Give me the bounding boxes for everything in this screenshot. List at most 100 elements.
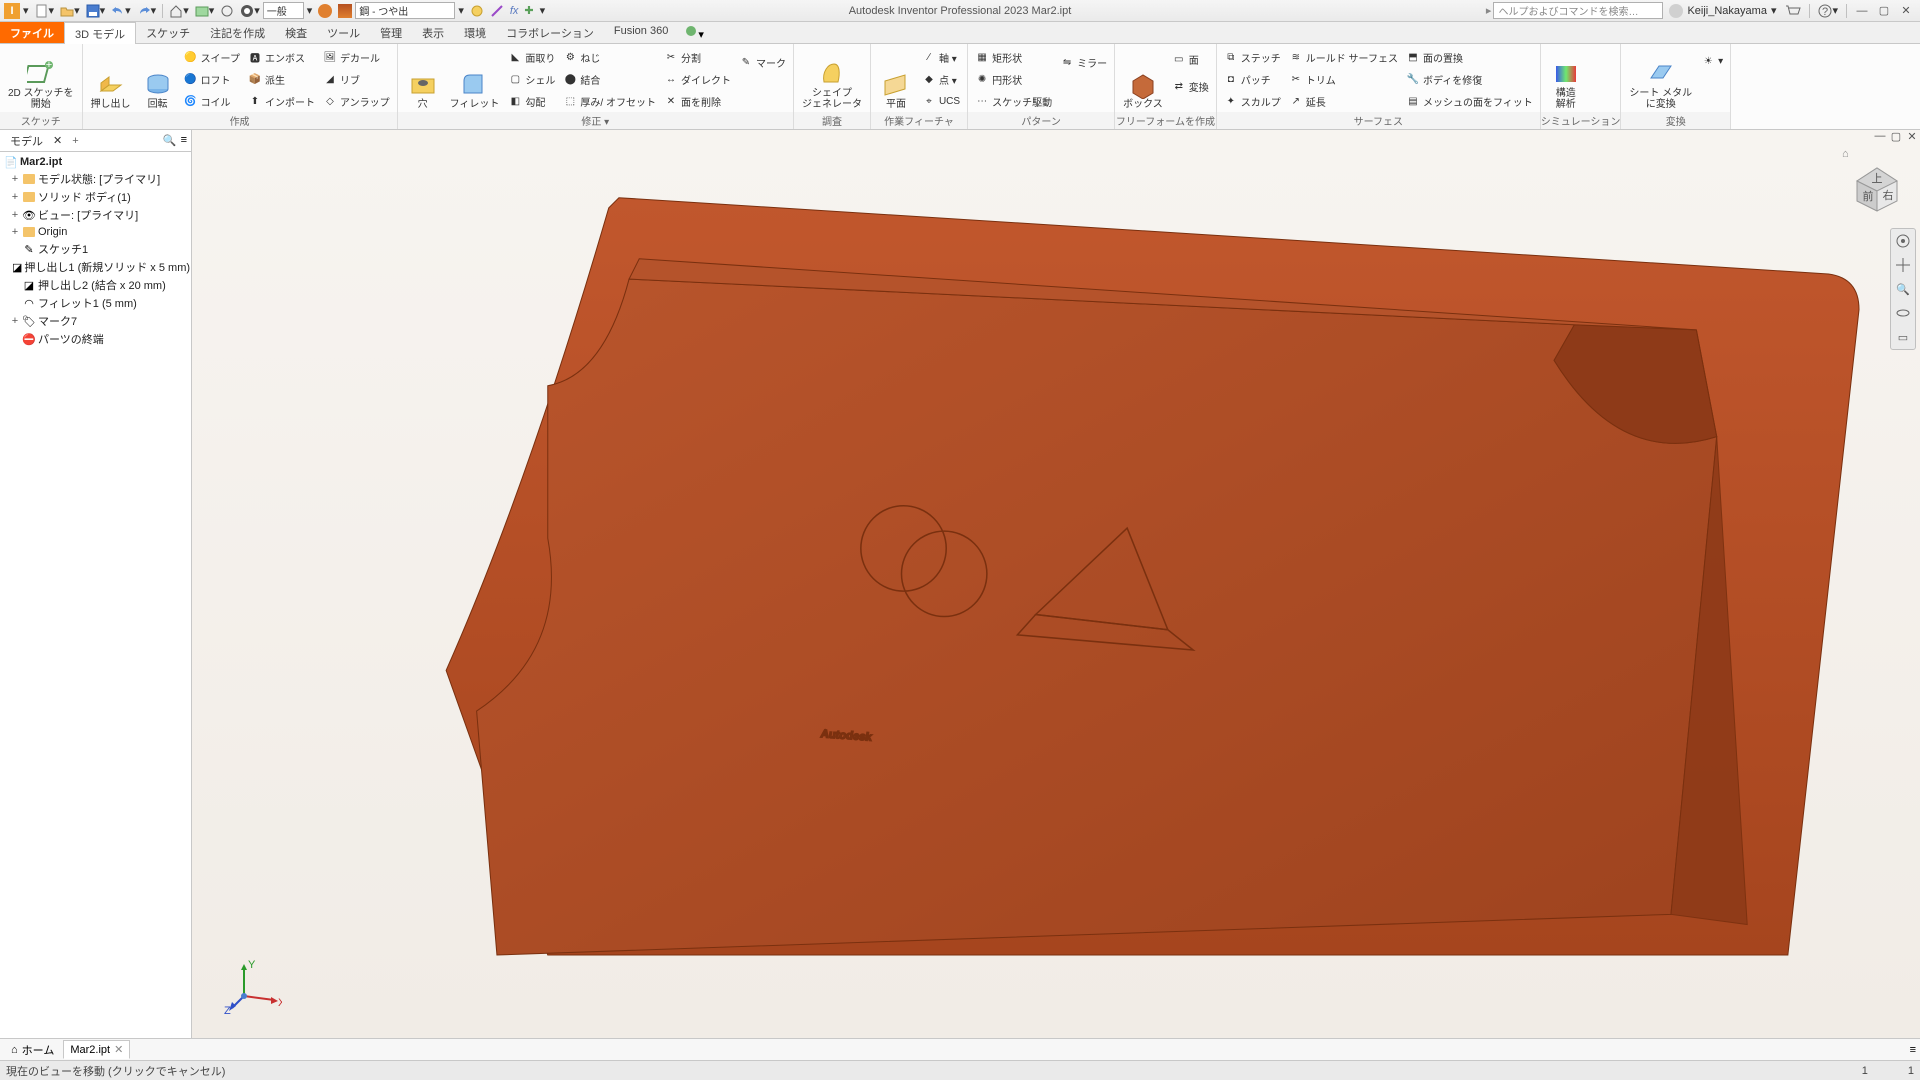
patch-button[interactable]: ◘パッチ	[1221, 72, 1284, 87]
thread-button[interactable]: ⚙ねじ	[560, 50, 659, 65]
fitmesh-button[interactable]: ▤メッシュの面をフィット	[1403, 94, 1536, 109]
ucs-button[interactable]: ⌖UCS	[919, 94, 963, 108]
stitch-button[interactable]: ⧉ステッチ	[1221, 50, 1284, 65]
save-icon[interactable]: ▾	[83, 4, 109, 18]
tree-node[interactable]: + モデル状態: [プライマリ]	[2, 170, 189, 188]
redo-icon[interactable]: ▾	[134, 4, 160, 17]
fillet-button[interactable]: フィレット	[446, 46, 504, 112]
expand-icon[interactable]: +	[10, 191, 20, 203]
sheetmetal-button[interactable]: シート メタル に変換	[1625, 46, 1696, 112]
extrude-button[interactable]: 押し出し	[87, 46, 135, 112]
home-icon[interactable]: ▾	[166, 4, 192, 18]
combine-button[interactable]: ⬤結合	[560, 72, 659, 87]
extend-button[interactable]: ↗延長	[1286, 94, 1401, 109]
tree-node[interactable]: ✎ スケッチ1	[2, 240, 189, 258]
select-icon[interactable]: ▾	[237, 4, 263, 18]
chamfer-button[interactable]: ◣面取り	[505, 50, 558, 65]
emboss-button[interactable]: 🅰エンボス	[245, 50, 318, 65]
sculpt-button[interactable]: ✦スカルプ	[1221, 94, 1284, 109]
material-swatch[interactable]	[315, 4, 335, 18]
tab-sketch[interactable]: スケッチ	[136, 22, 200, 43]
app-logo[interactable]: I	[4, 3, 20, 19]
tab-view[interactable]: 表示	[412, 22, 454, 43]
tab-inspect[interactable]: 検査	[275, 22, 317, 43]
rect-pattern-button[interactable]: ▦矩形状	[972, 50, 1055, 65]
project-icon[interactable]: ▾	[192, 4, 218, 18]
help-icon[interactable]: ?▾	[1815, 4, 1841, 18]
decal-button[interactable]: 🖼デカール	[320, 50, 393, 65]
tab-tools[interactable]: ツール	[317, 22, 370, 43]
browser-tab-add[interactable]: +	[66, 133, 84, 149]
search-input[interactable]: ヘルプおよびコマンドを検索…	[1493, 2, 1663, 19]
browser-tree[interactable]: 📄 Mar2.ipt + モデル状態: [プライマリ]+ ソリッド ボディ(1)…	[0, 152, 191, 350]
browser-tab-model[interactable]: モデル	[4, 131, 49, 151]
shell-button[interactable]: ▢シェル	[505, 72, 558, 87]
browser-search-icon[interactable]: 🔍	[163, 134, 177, 147]
deleteface-button[interactable]: ✕面を削除	[661, 94, 734, 109]
circ-pattern-button[interactable]: ✺円形状	[972, 72, 1055, 87]
trim-button[interactable]: ✂トリム	[1286, 72, 1401, 87]
fx-icon[interactable]: fx	[507, 5, 522, 17]
box-button[interactable]: ボックス	[1119, 46, 1167, 112]
ruled-button[interactable]: ≋ルールド サーフェス	[1286, 50, 1401, 65]
tab-collab[interactable]: コラボレーション	[496, 22, 604, 43]
qat-more-icon[interactable]: ▾	[537, 4, 549, 17]
tree-node[interactable]: ⛔ パーツの終端	[2, 330, 189, 348]
tree-node[interactable]: + 🏷 マーク7	[2, 312, 189, 330]
close-button[interactable]: ✕	[1896, 4, 1916, 17]
direct-button[interactable]: ↔ダイレクト	[661, 72, 734, 87]
expand-icon[interactable]: +	[10, 226, 20, 238]
tree-node[interactable]: + ソリッド ボディ(1)	[2, 188, 189, 206]
convert-button[interactable]: ⇄変換	[1169, 79, 1212, 94]
expand-icon[interactable]: +	[10, 209, 20, 221]
browser-menu-icon[interactable]: ≡	[181, 134, 187, 147]
thicken-button[interactable]: ⬚厚み/ オフセット	[560, 94, 659, 109]
mark-button[interactable]: ✎マーク	[736, 55, 789, 70]
browser-tab-close[interactable]: ✕	[53, 134, 62, 147]
unwrap-button[interactable]: ◇アンラップ	[320, 94, 393, 109]
appearance-swatch[interactable]	[335, 4, 355, 18]
restore-button[interactable]: ▢	[1874, 4, 1894, 17]
derive-button[interactable]: 📦派生	[245, 72, 318, 87]
tab-fusion[interactable]: Fusion 360	[604, 22, 678, 43]
material-combo[interactable]: 鋼 - つや出	[355, 2, 455, 19]
split-button[interactable]: ✂分割	[661, 50, 734, 65]
tree-node[interactable]: ◠ フィレット1 (5 mm)	[2, 294, 189, 312]
tab-manage[interactable]: 管理	[370, 22, 412, 43]
tab-environ[interactable]: 環境	[454, 22, 496, 43]
qat-dd1[interactable]: ▾	[304, 4, 316, 17]
doctab-current[interactable]: Mar2.ipt ✕	[63, 1040, 130, 1059]
sketch-driven-button[interactable]: ⋯スケッチ駆動	[972, 94, 1055, 109]
tab-extra-icon[interactable]: ▾	[684, 24, 704, 41]
panel-label[interactable]: 修正 ▾	[398, 112, 793, 129]
user-menu[interactable]: Keiji_Nakayama▾	[1665, 4, 1780, 18]
start-2d-sketch-button[interactable]: + 2D スケッチを 開始	[4, 46, 78, 112]
selection-filter-combo[interactable]: 一般	[263, 2, 304, 19]
undo-icon[interactable]: ▾	[108, 4, 134, 17]
tree-node[interactable]: + 👁 ビュー: [プライマリ]	[2, 206, 189, 224]
tab-annotate[interactable]: 注記を作成	[200, 22, 275, 43]
tree-root[interactable]: 📄 Mar2.ipt	[2, 154, 189, 170]
mirror-button[interactable]: ⇋ミラー	[1057, 55, 1110, 70]
tree-node[interactable]: ◪ 押し出し2 (結合 x 20 mm)	[2, 276, 189, 294]
tab-file[interactable]: ファイル	[0, 22, 64, 43]
axis-button[interactable]: ∕軸 ▾	[919, 50, 963, 65]
measure-icon[interactable]	[487, 4, 507, 18]
update-icon[interactable]	[217, 4, 237, 18]
point-button[interactable]: ◆点 ▾	[919, 72, 963, 87]
hole-button[interactable]: 穴	[402, 46, 444, 112]
shape-generator-button[interactable]: シェイプ ジェネレータ	[798, 46, 866, 112]
tab-3dmodel[interactable]: 3D モデル	[64, 22, 136, 44]
stress-button[interactable]: 構造 解析	[1545, 46, 1587, 112]
coil-button[interactable]: 🌀コイル	[181, 94, 243, 109]
param-icon[interactable]	[467, 4, 487, 18]
qat-dd2[interactable]: ▾	[455, 4, 467, 17]
cart-icon[interactable]	[1782, 4, 1804, 18]
face-button[interactable]: ▭面	[1169, 52, 1212, 67]
import-button[interactable]: ⬆インポート	[245, 94, 318, 109]
replaceface-button[interactable]: ⬒面の置換	[1403, 50, 1536, 65]
qat-add-icon[interactable]: ✚	[521, 4, 536, 17]
revolve-button[interactable]: 回転	[137, 46, 179, 112]
qat-new-icon[interactable]: ▾	[20, 4, 32, 17]
doctab-home[interactable]: ⌂ ホーム	[4, 1039, 61, 1061]
